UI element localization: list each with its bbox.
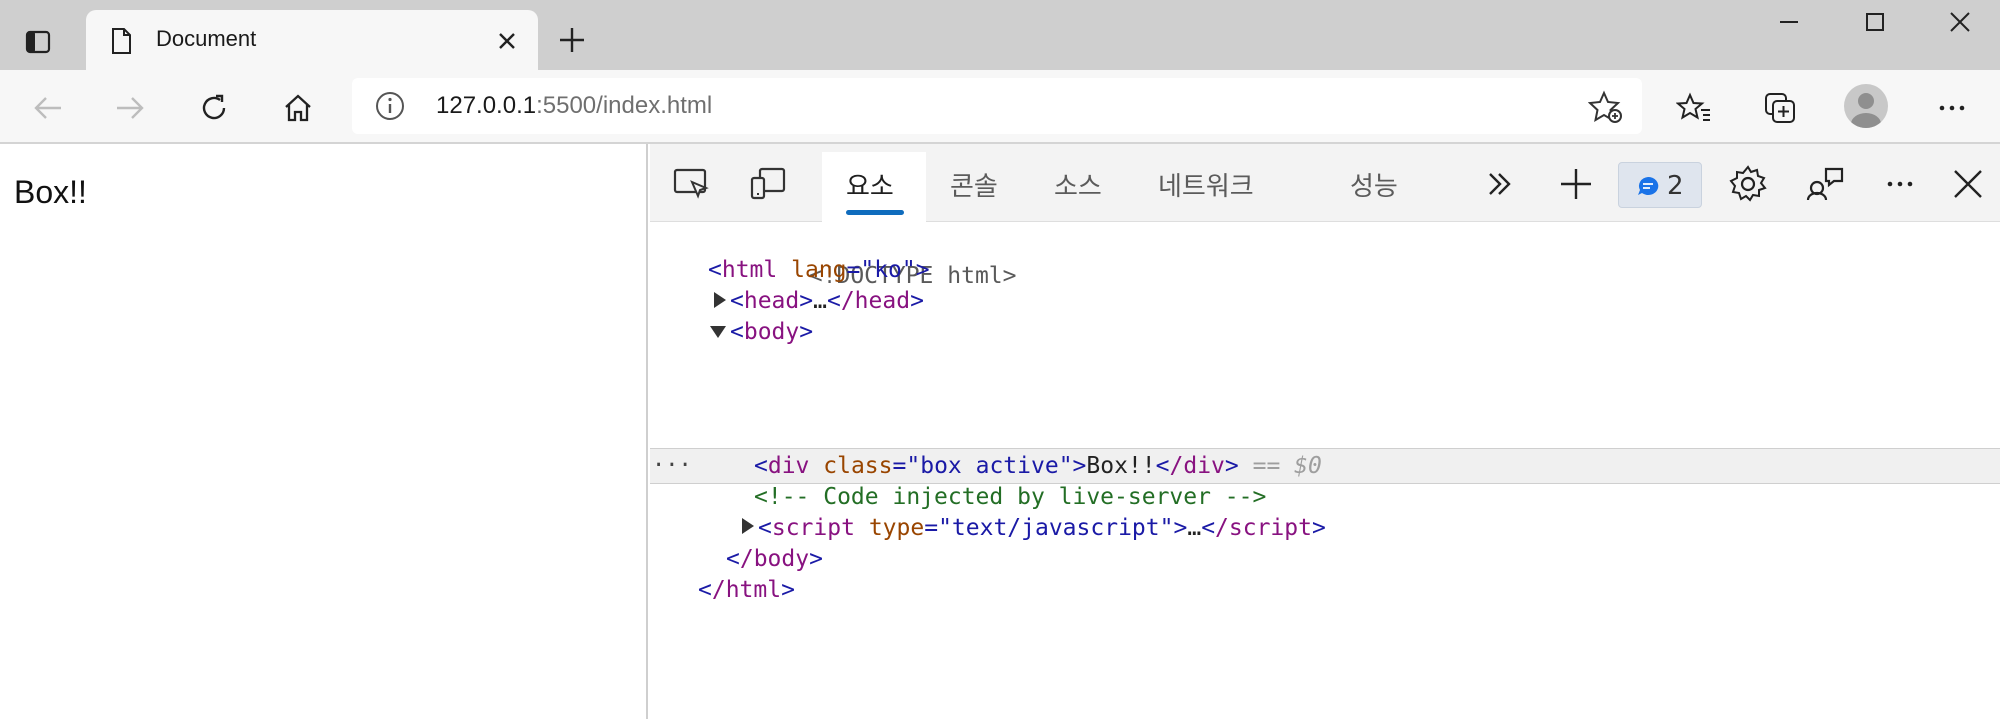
html-lang-value: "ko" xyxy=(860,257,916,283)
favorites-button[interactable] xyxy=(1672,86,1716,130)
devtools-toolbar: 요소 콘솔 소스 네트워크 성능 2 xyxy=(650,144,2000,222)
tab-performance[interactable]: 성능 xyxy=(1350,166,1398,203)
browser-window: Document 127.0.0.1:5500/index.html Box!!… xyxy=(0,0,2000,719)
more-icon xyxy=(1939,105,1965,111)
new-tab-button[interactable] xyxy=(552,20,592,60)
devtools-panel: 요소 콘솔 소스 네트워크 성능 2 ··· <!DOCTYPE html> <… xyxy=(650,144,2000,719)
browser-toolbar: 127.0.0.1:5500/index.html xyxy=(0,70,2000,144)
div-text: Box!! xyxy=(1086,453,1156,479)
tab-actions-button[interactable] xyxy=(18,22,58,62)
back-button[interactable] xyxy=(26,86,70,130)
head-tag: head xyxy=(743,288,800,314)
url-path: :5500/index.html xyxy=(536,92,713,119)
gear-icon xyxy=(1729,165,1767,202)
tab-sources[interactable]: 소스 xyxy=(1054,166,1102,203)
message-icon xyxy=(1638,176,1659,195)
dom-node-script[interactable]: <script type="text/javascript">…</script… xyxy=(758,510,1326,546)
arrow-left-icon xyxy=(34,97,61,119)
expand-head-toggle[interactable] xyxy=(714,292,726,308)
more-icon xyxy=(1887,181,1913,187)
script-type-value: "text/javascript" xyxy=(938,515,1174,541)
comment-text: <!-- Code injected by live-server --> xyxy=(754,484,1267,510)
selected-node-marker: == $0 xyxy=(1252,453,1322,479)
favorites-icon xyxy=(1676,92,1710,121)
html-lang-attr: lang xyxy=(791,257,847,283)
close-window-button[interactable] xyxy=(1920,0,2000,44)
close-devtools-button[interactable] xyxy=(1946,162,1990,206)
address-bar[interactable]: 127.0.0.1:5500/index.html xyxy=(352,78,1642,134)
info-icon xyxy=(376,92,404,120)
collections-button[interactable] xyxy=(1758,86,1802,130)
tab-title: Document xyxy=(156,26,257,51)
plus-icon xyxy=(560,28,584,52)
dom-node-body[interactable]: <body> xyxy=(730,314,813,350)
customize-devtools-button[interactable] xyxy=(1878,162,1922,206)
close-icon xyxy=(499,33,515,49)
body-close-tag: /body xyxy=(739,546,810,572)
forward-button[interactable] xyxy=(108,86,152,130)
device-emulation-button[interactable] xyxy=(746,162,790,206)
body-tag: body xyxy=(743,319,800,345)
script-close-tag: /script xyxy=(1215,515,1312,541)
tab-elements[interactable]: 요소 xyxy=(846,166,894,203)
arrow-right-icon xyxy=(117,97,144,119)
home-button[interactable] xyxy=(276,86,320,130)
script-type-attr: type xyxy=(868,515,925,541)
issues-count: 2 xyxy=(1667,171,1684,201)
url-host: 127.0.0.1 xyxy=(436,92,537,119)
node-actions-dots[interactable]: ··· xyxy=(652,448,692,484)
script-tag: script xyxy=(771,515,855,541)
maximize-button[interactable] xyxy=(1832,0,1918,44)
browser-tab[interactable]: Document xyxy=(86,10,538,72)
more-tabs-button[interactable] xyxy=(1478,162,1522,206)
box-text: Box!! xyxy=(14,174,87,210)
div-class-value: "box active" xyxy=(906,453,1073,479)
add-tool-button[interactable] xyxy=(1554,162,1598,206)
close-icon xyxy=(1954,170,1982,198)
profile-avatar[interactable] xyxy=(1844,84,1888,128)
feedback-icon xyxy=(1806,167,1844,201)
head-close-tag: /head xyxy=(840,288,911,314)
dom-node-html-close[interactable]: </html> xyxy=(698,572,795,608)
tab-close-button[interactable] xyxy=(490,24,524,58)
settings-menu-button[interactable] xyxy=(1930,86,1974,130)
div-class-attr: class xyxy=(823,453,893,479)
refresh-icon xyxy=(202,94,226,120)
html-close-tag: /html xyxy=(711,577,782,603)
expand-script-toggle[interactable] xyxy=(742,518,754,534)
tab-actions-icon xyxy=(25,30,51,54)
devtools-settings-button[interactable] xyxy=(1726,162,1770,206)
maximize-icon xyxy=(1866,13,1884,31)
url-text[interactable]: 127.0.0.1:5500/index.html xyxy=(436,92,712,120)
div-tag: div xyxy=(767,453,810,479)
chevron-double-right-icon xyxy=(1489,173,1511,195)
refresh-button[interactable] xyxy=(192,86,236,130)
device-icon xyxy=(750,167,786,200)
minimize-button[interactable] xyxy=(1746,0,1832,44)
document-icon xyxy=(112,28,131,54)
add-favorite-icon[interactable] xyxy=(1588,89,1624,125)
minimize-icon xyxy=(1780,21,1798,23)
collections-icon xyxy=(1765,93,1795,123)
plus-icon xyxy=(1561,169,1591,199)
html-tag: html xyxy=(721,257,778,283)
issues-badge-button[interactable]: 2 xyxy=(1618,162,1702,208)
title-bar: Document xyxy=(0,0,2000,72)
home-icon xyxy=(285,94,311,122)
head-ellipsis: … xyxy=(813,288,827,314)
div-close-tag: /div xyxy=(1169,453,1225,479)
feedback-button[interactable] xyxy=(1804,162,1848,206)
close-icon xyxy=(1950,12,1970,32)
page-viewport: Box!! xyxy=(0,144,648,719)
inspect-icon xyxy=(673,168,709,199)
inspect-element-button[interactable] xyxy=(670,162,714,206)
tab-network[interactable]: 네트워크 xyxy=(1158,166,1254,203)
profile-icon xyxy=(1851,93,1881,128)
active-tab-indicator xyxy=(846,210,904,215)
collapse-body-toggle[interactable] xyxy=(710,326,726,338)
tab-console[interactable]: 콘솔 xyxy=(950,166,998,203)
script-ellipsis: … xyxy=(1187,515,1202,541)
